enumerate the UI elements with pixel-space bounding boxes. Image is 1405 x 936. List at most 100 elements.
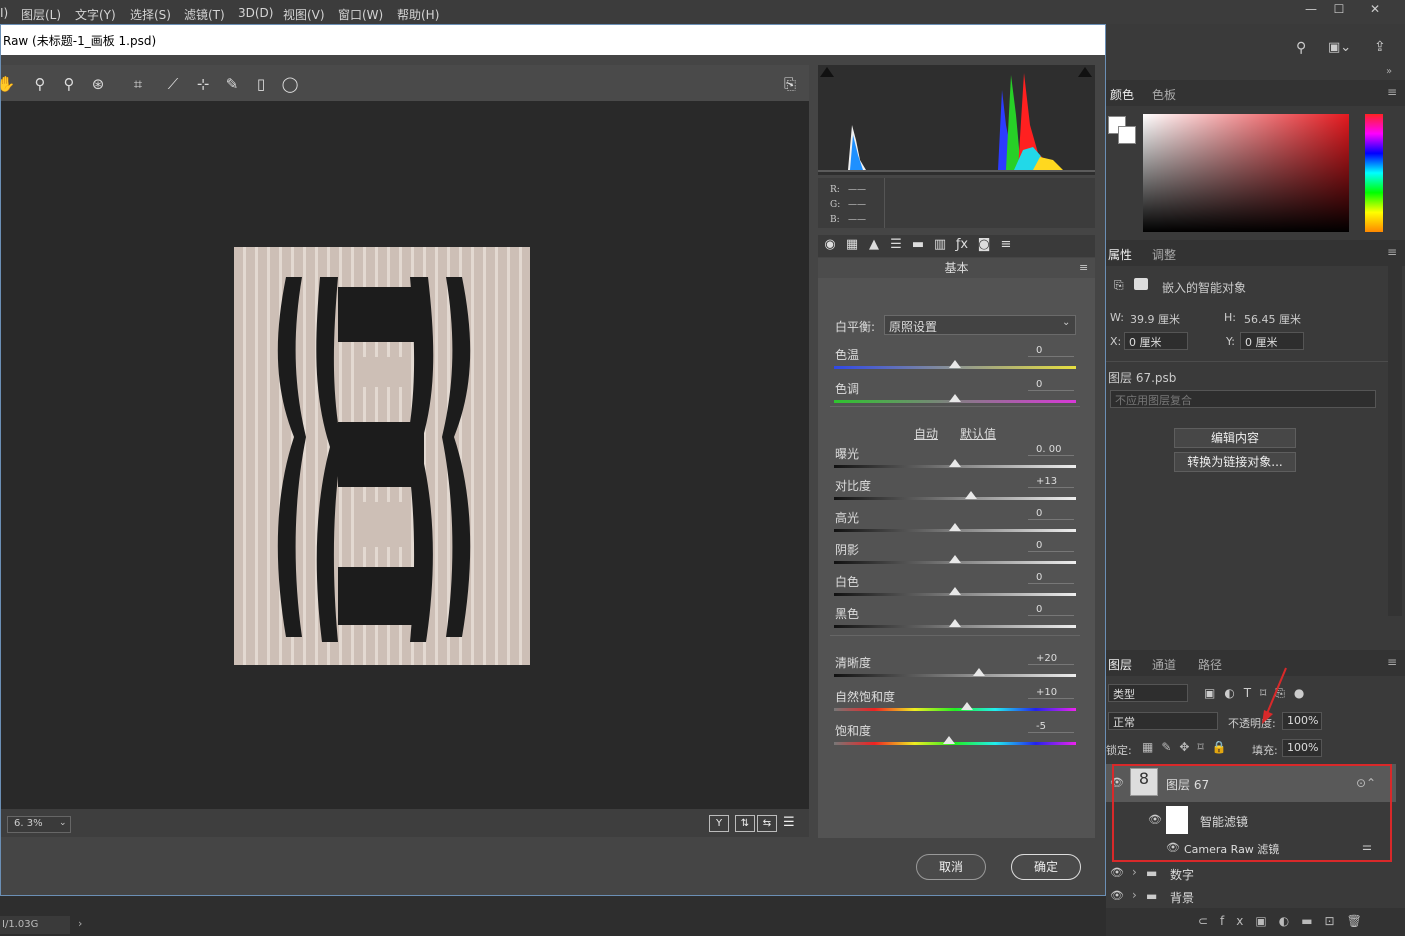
layer-row-background[interactable]: 👁 › ▬ 背景 xyxy=(1106,885,1396,907)
basic-tab-icon[interactable]: ◉ xyxy=(820,237,840,255)
before-after-button[interactable]: Y xyxy=(709,815,729,832)
tab-properties[interactable]: 属性 xyxy=(1108,246,1132,263)
slider-track[interactable] xyxy=(834,674,1076,677)
slider-value-field[interactable]: +20 xyxy=(1028,653,1074,665)
presets-icon[interactable]: ≡ xyxy=(996,237,1016,255)
panel-menu-icon[interactable]: ≡ xyxy=(1387,245,1397,259)
slider-value-field[interactable]: 0 xyxy=(1028,379,1074,391)
chevron-right-icon[interactable]: › xyxy=(1132,888,1137,902)
slider-thumb[interactable] xyxy=(949,587,961,595)
slider-value-field[interactable]: 0 xyxy=(1028,345,1074,357)
slider-value-field[interactable]: 0 xyxy=(1028,540,1074,552)
slider-value-field[interactable]: 0 xyxy=(1028,572,1074,584)
scrollbar[interactable] xyxy=(1388,266,1402,616)
radial-filter-icon[interactable]: ◯ xyxy=(279,73,301,95)
menu-item-select[interactable]: 选择(S) xyxy=(130,6,171,23)
slider-thumb[interactable] xyxy=(949,394,961,402)
white-balance-select[interactable]: 原照设置 xyxy=(884,315,1076,335)
chevron-right-icon[interactable]: › xyxy=(1132,865,1137,879)
hsl-icon[interactable]: ☰ xyxy=(886,237,906,255)
slider-thumb[interactable] xyxy=(949,555,961,563)
slider-value-field[interactable]: 0 xyxy=(1028,508,1074,520)
maximize-button[interactable]: ☐ xyxy=(1324,2,1354,20)
spot-removal-icon[interactable]: ⊹ xyxy=(192,73,214,95)
eye-icon[interactable]: 👁 xyxy=(1110,866,1124,879)
panel-menu-icon[interactable]: ≡ xyxy=(1387,85,1397,99)
targeted-adjust-icon[interactable]: ⊛ xyxy=(87,73,109,95)
hand-tool-icon[interactable]: ✋ xyxy=(0,73,17,95)
slider-value-field[interactable]: -5 xyxy=(1028,721,1074,733)
slider-track[interactable] xyxy=(834,497,1076,500)
height-value[interactable]: 56.45 厘米 xyxy=(1244,311,1301,327)
menu-item-window[interactable]: 窗口(W) xyxy=(338,6,383,23)
straighten-tool-icon[interactable]: ⟋ xyxy=(162,73,184,95)
slider-thumb[interactable] xyxy=(973,668,986,676)
menu-item-filter[interactable]: 滤镜(T) xyxy=(184,6,225,23)
fullscreen-icon[interactable]: ⎘ xyxy=(779,73,801,95)
slider-value-field[interactable]: +13 xyxy=(1028,476,1074,488)
eye-icon[interactable]: 👁 xyxy=(1110,889,1124,902)
swap-settings-button[interactable]: ⇅ xyxy=(735,815,755,832)
lock-icons[interactable]: ▦✎✥⌑🔒 xyxy=(1142,740,1235,754)
layer-row-digits[interactable]: 👁 › ▬ 数字 xyxy=(1106,862,1396,884)
adjustment-brush-icon[interactable]: ✎ xyxy=(221,73,243,95)
tab-swatches[interactable]: 色板 xyxy=(1152,86,1176,103)
auto-link[interactable]: 自动 xyxy=(914,425,938,442)
slider-value-field[interactable]: 0 xyxy=(1028,604,1074,616)
graduated-filter-icon[interactable]: ▯ xyxy=(250,73,272,95)
close-button[interactable]: ✕ xyxy=(1360,2,1390,20)
slider-thumb[interactable] xyxy=(949,523,961,531)
lens-icon[interactable]: ▥ xyxy=(930,237,950,255)
menu-item-image[interactable]: I) xyxy=(0,6,8,20)
fill-field[interactable]: 100% xyxy=(1282,739,1322,757)
minimize-button[interactable]: — xyxy=(1296,2,1326,20)
slider-track[interactable] xyxy=(834,742,1076,745)
color-sampler-icon[interactable]: ⚲ xyxy=(58,73,80,95)
menu-item-type[interactable]: 文字(Y) xyxy=(75,6,116,23)
tone-curve-icon[interactable]: ▦ xyxy=(842,237,862,255)
panel-menu-icon[interactable]: ≡ xyxy=(1079,261,1088,274)
tab-layers[interactable]: 图层 xyxy=(1108,656,1132,673)
tab-paths[interactable]: 路径 xyxy=(1198,656,1222,673)
copy-settings-button[interactable]: ⇆ xyxy=(757,815,777,832)
crop-tool-icon[interactable]: ⌗ xyxy=(127,73,149,95)
slider-thumb[interactable] xyxy=(949,360,961,368)
fx-icon[interactable]: ƒx xyxy=(952,237,972,255)
search-icon[interactable]: ⚲ xyxy=(1296,40,1306,56)
menu-item-view[interactable]: 视图(V) xyxy=(283,6,325,23)
menu-item-3d[interactable]: 3D(D) xyxy=(238,6,273,20)
default-link[interactable]: 默认值 xyxy=(960,425,996,442)
slider-value-field[interactable]: +10 xyxy=(1028,687,1074,699)
edit-contents-button[interactable]: 编辑内容 xyxy=(1174,428,1296,448)
shadow-clip-icon[interactable] xyxy=(820,67,834,77)
split-toning-icon[interactable]: ▬ xyxy=(908,237,928,255)
highlight-clip-icon[interactable] xyxy=(1078,67,1092,77)
x-field[interactable]: 0 厘米 xyxy=(1124,332,1188,350)
convert-linked-button[interactable]: 转换为链接对象... xyxy=(1174,452,1296,472)
blend-mode-select[interactable]: 正常 xyxy=(1108,712,1218,730)
layer-action-icons[interactable]: ⊂fx▣◐▬⊡🗑 xyxy=(1198,914,1374,928)
chevron-right-icon[interactable]: › xyxy=(78,917,82,930)
slider-thumb[interactable] xyxy=(961,702,974,710)
slider-value-field[interactable]: 0. 00 xyxy=(1028,444,1074,456)
slider-track[interactable] xyxy=(834,708,1076,711)
slider-thumb[interactable] xyxy=(949,619,961,627)
y-field[interactable]: 0 厘米 xyxy=(1240,332,1304,350)
width-value[interactable]: 39.9 厘米 xyxy=(1130,311,1180,327)
layer-filter-select[interactable]: 类型 xyxy=(1108,684,1188,702)
filter-icons[interactable]: ▣◐T⌑⎘● xyxy=(1204,686,1313,701)
menu-item-help[interactable]: 帮助(H) xyxy=(397,6,439,23)
menu-item-layer[interactable]: 图层(L) xyxy=(21,6,61,23)
tab-channels[interactable]: 通道 xyxy=(1152,656,1176,673)
settings-icon[interactable]: ☰ xyxy=(783,815,795,830)
collapse-icon[interactable]: » xyxy=(1386,66,1392,77)
camera-calibration-icon[interactable]: ◙ xyxy=(974,237,994,255)
white-balance-tool-icon[interactable]: ⚲ xyxy=(29,73,51,95)
tab-adjustments[interactable]: 调整 xyxy=(1152,246,1176,263)
color-field[interactable] xyxy=(1143,114,1349,232)
chevron-down-icon[interactable]: ⌄ xyxy=(59,818,67,828)
panel-menu-icon[interactable]: ≡ xyxy=(1387,655,1397,669)
detail-icon[interactable]: ▲ xyxy=(864,237,884,255)
workspace-icon[interactable]: ▣⌄ xyxy=(1328,40,1351,55)
slider-thumb[interactable] xyxy=(949,459,961,467)
